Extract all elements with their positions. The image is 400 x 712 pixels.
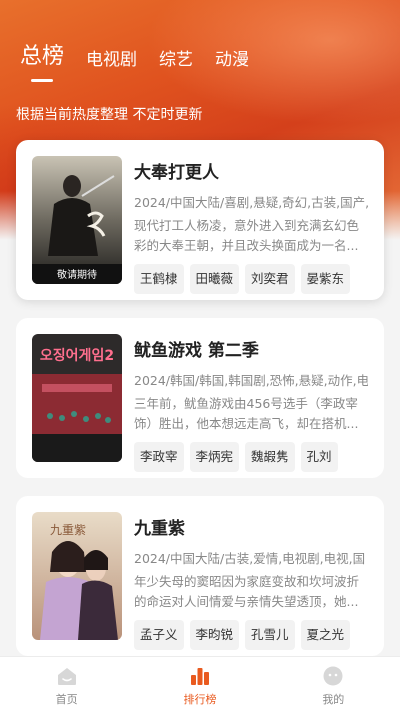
poster-caption: 오징어게임2 (40, 347, 114, 364)
nav-home[interactable]: 首页 (0, 657, 133, 712)
nav-ranking-label: 排行榜 (183, 693, 217, 706)
actor-tag[interactable]: 王鹤棣 (134, 264, 184, 294)
show-description: 三年前，鱿鱼游戏由456号选手（李政宰饰）胜出，他本想远走高飞，却在搭机... (134, 396, 359, 431)
ranking-card[interactable]: 敬请期待 大奉打更人 2024/中国大陆/喜剧,悬疑,奇幻,古装,国产, 现代打… (16, 140, 384, 300)
actor-list: 王鹤棣 田曦薇 刘奕君 晏紫东 (134, 264, 368, 294)
show-description: 年少失母的窦昭因为家庭变故和坎坷波折的命运对人间情爱与亲情失望透顶，她... (134, 574, 360, 609)
ranking-subtitle: 根据当前热度整理 不定时更新 (16, 107, 203, 123)
actor-tag[interactable]: 李政宰 (134, 442, 184, 472)
actor-tag[interactable]: 晏紫东 (300, 264, 351, 294)
nav-ranking[interactable]: 排行榜 (133, 657, 266, 712)
bottom-navigation: 首页 排行榜 我的 (0, 656, 400, 712)
actor-tag[interactable]: 孔刘 (300, 442, 338, 472)
nav-profile-label: 我的 (322, 693, 345, 706)
poster-image: 오징어게임2 (32, 334, 122, 462)
tab-variety[interactable]: 综艺 (159, 45, 193, 70)
nav-profile[interactable]: 我的 (267, 657, 400, 712)
show-title: 大奉打更人 (134, 163, 219, 183)
show-description: 现代打工人杨凌，意外进入到充满玄幻色彩的大奉王朝，并且改头换面成为一名... (134, 218, 360, 253)
home-icon (56, 665, 78, 687)
ranking-card[interactable]: 九重紫 九重紫 2024/中国大陆/古装,爱情,电视剧,电视,国 年少失母的窦昭… (16, 496, 384, 656)
tab-tv-series[interactable]: 电视剧 (86, 45, 137, 70)
show-meta: 2024/中国大陆/古装,爱情,电视剧,电视,国 (134, 551, 366, 566)
category-tabs: 总榜 电视剧 综艺 动漫 (20, 38, 271, 70)
show-meta: 2024/韩国/韩国,韩国剧,恐怖,悬疑,动作,电 (134, 373, 368, 388)
show-title: 九重紫 (134, 519, 185, 539)
actor-tag[interactable]: 田曦薇 (189, 264, 240, 294)
actor-tag[interactable]: 魏嘏隽 (245, 442, 295, 472)
poster-image: 敬请期待 (32, 156, 122, 284)
tab-overall[interactable]: 总榜 (20, 38, 64, 70)
actor-list: 孟子义 李昀锐 孔雪儿 夏之光 (134, 620, 368, 650)
poster-caption: 九重紫 (50, 523, 86, 537)
show-meta: 2024/中国大陆/喜剧,悬疑,奇幻,古装,国产, (134, 195, 368, 210)
nav-home-label: 首页 (55, 693, 78, 706)
actor-tag[interactable]: 李昀锐 (189, 620, 240, 650)
poster-caption: 敬请期待 (57, 268, 97, 281)
profile-icon (322, 665, 344, 687)
poster-image: 九重紫 (32, 512, 122, 640)
actor-tag[interactable]: 刘奕君 (245, 264, 295, 294)
actor-tag[interactable]: 李炳宪 (189, 442, 240, 472)
actor-tag[interactable]: 孟子义 (134, 620, 184, 650)
tab-anime[interactable]: 动漫 (215, 45, 249, 70)
actor-tag[interactable]: 孔雪儿 (245, 620, 295, 650)
actor-list: 李政宰 李炳宪 魏嘏隽 孔刘 (134, 442, 368, 472)
ranking-card[interactable]: 오징어게임2 鱿鱼游戏 第二季 2024/韩国/韩国,韩国剧,恐怖,悬疑,动作,… (16, 318, 384, 478)
actor-tag[interactable]: 夏之光 (300, 620, 351, 650)
show-title: 鱿鱼游戏 第二季 (134, 341, 259, 361)
ranking-icon (189, 665, 211, 687)
